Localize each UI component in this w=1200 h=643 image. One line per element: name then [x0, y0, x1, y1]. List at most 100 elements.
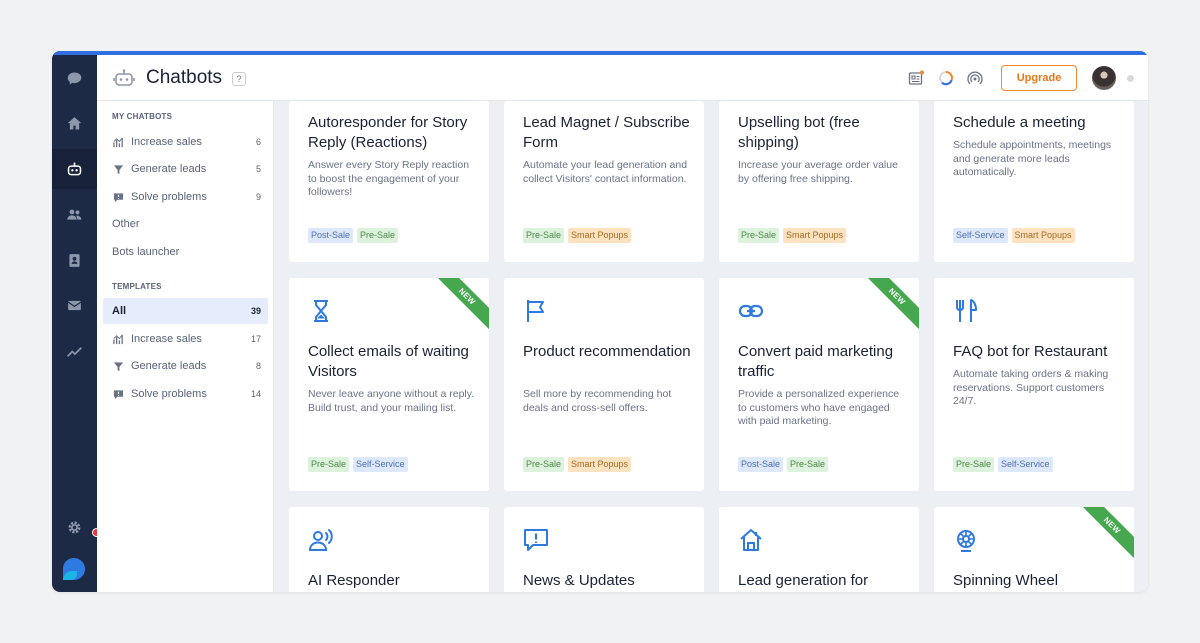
sidebar-item-label: Other: [112, 218, 140, 230]
sidebar-item-templates-all[interactable]: All 39: [103, 298, 268, 324]
card-description: Answer every Story Reply reaction to boo…: [308, 159, 470, 199]
new-badge: NEW: [1076, 507, 1134, 561]
my-chatbots-heading: MY CHATBOTS: [112, 112, 173, 121]
card-description: Schedule appointments, meetings and gene…: [953, 139, 1112, 179]
sidebar-item-other[interactable]: Other: [103, 211, 268, 237]
new-badge: NEW: [861, 278, 919, 332]
chatbot-icon: [113, 68, 135, 88]
template-card[interactable]: Product recommendation Sell more by reco…: [504, 278, 704, 491]
progress-ring-icon[interactable]: [937, 69, 955, 87]
user-avatar[interactable]: [1092, 66, 1116, 90]
tag: Pre-Sale: [523, 228, 565, 243]
sidebar-item-templates-generate-leads[interactable]: Generate leads 8: [103, 353, 268, 379]
top-header: Chatbots ? Upgrade: [97, 55, 1148, 101]
card-tags: Post-Sale Pre-Sale: [308, 228, 399, 243]
card-title: Collect emails of waiting Visitors: [308, 343, 469, 380]
card-description: Never leave anyone without a reply. Buil…: [308, 388, 475, 414]
tag: Pre-Sale: [953, 457, 995, 472]
sidebar-item-count: 5: [255, 164, 261, 174]
sidebar-item-solve-problems[interactable]: Solve problems 9: [103, 184, 268, 210]
card-tags: Pre-Sale Smart Popups: [738, 228, 847, 243]
broadcast-icon[interactable]: [966, 69, 984, 87]
sidebar-item-label: Solve problems: [131, 388, 207, 400]
sidebar-item-increase-sales[interactable]: Increase sales 6: [103, 129, 268, 155]
status-indicator: [1127, 75, 1134, 82]
card-tags: Post-Sale Pre-Sale: [738, 457, 829, 472]
template-card[interactable]: Autoresponder for Story Reply (Reactions…: [289, 101, 489, 262]
template-card[interactable]: FAQ bot for Restaurant Automate taking o…: [934, 278, 1134, 491]
sidebar-item-label: Generate leads: [131, 163, 207, 175]
card-tags: Pre-Sale Smart Popups: [523, 228, 632, 243]
sidebar-item-generate-leads[interactable]: Generate leads 5: [103, 156, 268, 182]
sidebar-item-label: Solve problems: [131, 191, 207, 203]
card-tags: Self-Service Smart Popups: [953, 228, 1075, 243]
brand-logo-icon: [61, 556, 87, 582]
card-description: Automate your lead generation and collec…: [523, 159, 688, 185]
card-tags: Pre-Sale Self-Service: [308, 457, 408, 472]
tag: Self-Service: [998, 457, 1053, 472]
templates-grid: Autoresponder for Story Reply (Reactions…: [274, 101, 1148, 592]
flag-icon: [523, 298, 549, 324]
tag: Smart Popups: [783, 228, 847, 243]
page-title: Chatbots: [146, 67, 223, 88]
template-card[interactable]: AI Responder: [289, 507, 489, 592]
settings-icon[interactable]: [64, 517, 84, 537]
template-card[interactable]: NEW Convert paid marketing traffic Provi…: [719, 278, 919, 491]
tag: Self-Service: [353, 457, 408, 472]
new-badge: NEW: [431, 278, 489, 332]
template-card[interactable]: NEW Spinning Wheel: [934, 507, 1134, 592]
template-card[interactable]: Upselling bot (free shipping) Increase y…: [719, 101, 919, 262]
wheel-icon: [953, 527, 979, 553]
home-icon[interactable]: [64, 113, 84, 133]
sidebar-item-templates-increase-sales[interactable]: Increase sales 17: [103, 326, 268, 352]
template-card[interactable]: News & Updates: [504, 507, 704, 592]
template-card[interactable]: Lead generation for: [719, 507, 919, 592]
sidebar-item-count: 8: [255, 361, 261, 371]
card-description: Sell more by recommending hot deals and …: [523, 388, 672, 414]
template-card[interactable]: Lead Magnet / Subscribe Form Automate yo…: [504, 101, 704, 262]
address-book-icon[interactable]: [64, 250, 84, 270]
tag: Pre-Sale: [738, 228, 780, 243]
sidebar-item-count: 14: [250, 389, 261, 399]
sidebar-item-templates-solve-problems[interactable]: Solve problems 14: [103, 381, 268, 407]
sidebar-item-label: Increase sales: [131, 136, 202, 148]
sidebar-item-count: 17: [250, 334, 261, 344]
tag: Smart Popups: [1011, 228, 1075, 243]
mail-icon[interactable]: [64, 295, 84, 315]
sidebar-item-label: All: [112, 305, 127, 317]
sidebar-item-label: Increase sales: [131, 333, 202, 345]
card-description: Provide a personalized experience to cus…: [738, 388, 900, 428]
card-title: FAQ bot for Restaurant: [953, 343, 1108, 360]
card-title: Upselling bot (free shipping): [738, 114, 860, 151]
message-alert-icon: [523, 527, 549, 553]
help-icon[interactable]: ?: [232, 72, 246, 86]
app-window: Chatbots ? Upgrade MY CHATBOTS Increase …: [52, 51, 1148, 592]
card-title: News & Updates: [523, 572, 635, 589]
sidebar-item-count: 6: [255, 137, 261, 147]
sidebar-item-label: Generate leads: [131, 360, 207, 372]
tag: Post-Sale: [738, 457, 784, 472]
tag: Smart Popups: [568, 457, 632, 472]
tag: Post-Sale: [308, 228, 354, 243]
alert-icon: [112, 191, 124, 203]
contacts-icon[interactable]: [64, 204, 84, 224]
alert-icon: [112, 388, 124, 400]
tag: Pre-Sale: [308, 457, 350, 472]
top-accent-bar: [52, 51, 1148, 55]
news-icon[interactable]: [907, 69, 925, 87]
upgrade-button[interactable]: Upgrade: [1001, 65, 1077, 91]
left-rail: [52, 51, 101, 592]
template-card[interactable]: Schedule a meeting Schedule appointments…: [934, 101, 1134, 262]
chatbot-icon[interactable]: [64, 159, 84, 179]
card-description: Increase your average order value by off…: [738, 159, 898, 185]
analytics-icon[interactable]: [64, 341, 84, 361]
tag: Smart Popups: [568, 228, 632, 243]
link-icon: [738, 298, 764, 324]
sidebar-item-bots-launcher[interactable]: Bots launcher: [103, 239, 268, 265]
hourglass-icon: [308, 298, 334, 324]
card-title: Convert paid marketing traffic: [738, 343, 894, 380]
voice-user-icon: [308, 527, 334, 553]
chat-icon[interactable]: [64, 68, 84, 88]
card-title: Schedule a meeting: [953, 114, 1086, 131]
template-card[interactable]: NEW Collect emails of waiting Visitors N…: [289, 278, 489, 491]
